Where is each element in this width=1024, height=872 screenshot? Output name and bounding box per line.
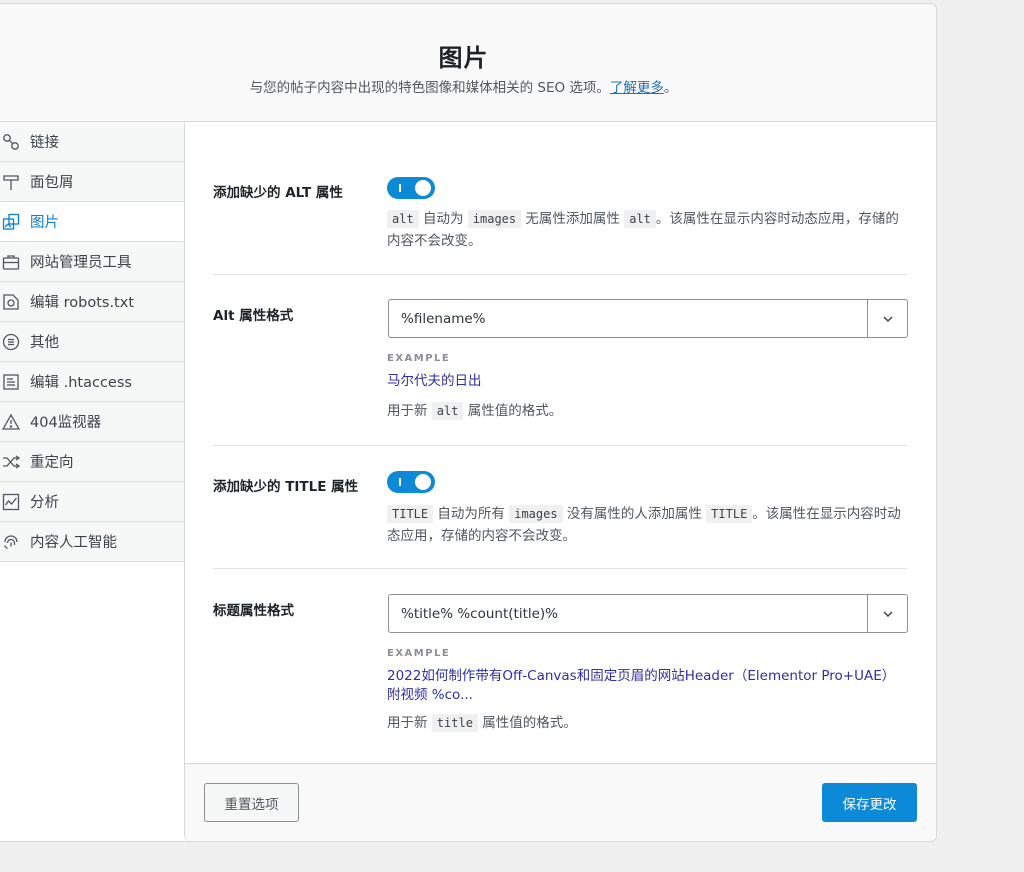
sidebar-item-breadcrumbs[interactable]: 面包屑 — [0, 162, 184, 202]
alt-toggle-switch[interactable] — [387, 177, 435, 199]
signpost-icon — [2, 173, 20, 191]
alt-format-label: Alt 属性格式 — [213, 308, 294, 324]
link-icon — [2, 133, 20, 151]
sidebar-item-label: 链接 — [30, 135, 59, 151]
list-circle-icon — [2, 333, 20, 351]
document-icon — [2, 373, 20, 391]
title-format-help: 用于新 title 属性值的格式。 — [387, 714, 577, 732]
divider — [213, 568, 907, 569]
sidebar-item-label: 编辑 robots.txt — [30, 295, 134, 311]
sidebar-item-htaccess[interactable]: 编辑 .htaccess — [0, 362, 184, 402]
title-format-label: 标题属性格式 — [213, 603, 294, 619]
sidebar-item-redirects[interactable]: 重定向 — [0, 442, 184, 482]
title-toggle-switch[interactable] — [387, 471, 435, 493]
sidebar-item-404-monitor[interactable]: 404监视器 — [0, 402, 184, 442]
chevron-down-icon — [867, 300, 907, 337]
title-format-select[interactable]: %title% %count(title)% — [388, 594, 908, 633]
learn-more-link[interactable]: 了解更多 — [610, 80, 664, 96]
fingerprint-icon — [2, 533, 20, 551]
sidebar-item-label: 内容人工智能 — [30, 535, 117, 551]
sidebar-item-label: 图片 — [30, 215, 59, 231]
sidebar-item-robots[interactable]: 编辑 robots.txt — [0, 282, 184, 322]
save-changes-button[interactable]: 保存更改 — [822, 783, 917, 822]
chart-icon — [2, 493, 20, 511]
title-format-value: %title% %count(title)% — [401, 606, 559, 622]
sidebar-item-label: 重定向 — [30, 455, 74, 471]
title-toggle-label: 添加缺少的 TITLE 属性 — [213, 479, 359, 495]
shuffle-icon — [2, 453, 20, 471]
images-icon — [2, 213, 20, 231]
alt-format-select[interactable]: %filename% — [388, 299, 908, 338]
sidebar-item-label: 编辑 .htaccess — [30, 375, 132, 391]
alt-toggle-help: alt 自动为 images 无属性添加属性 alt 。该属性在显示内容时动态应用… — [387, 210, 899, 249]
divider — [213, 274, 907, 275]
sidebar: 链接 面包屑 图片 网站管理员工具 编辑 robots.txt 其他 编辑 .h… — [0, 122, 185, 562]
sidebar-item-analytics[interactable]: 分析 — [0, 482, 184, 522]
title-example-tag: EXAMPLE — [387, 648, 451, 659]
alt-format-help: 用于新 alt 属性值的格式。 — [387, 402, 563, 420]
sidebar-item-label: 其他 — [30, 335, 59, 351]
title-toggle-help: TITLE 自动为所有 images 没有属性的人添加属性 TITLE 。该属性在… — [387, 505, 901, 544]
page-title: 图片 — [438, 44, 489, 72]
sidebar-item-images[interactable]: 图片 — [0, 202, 184, 242]
divider — [213, 445, 907, 446]
sidebar-item-label: 分析 — [30, 495, 59, 511]
sidebar-item-content-ai[interactable]: 内容人工智能 — [0, 522, 184, 562]
sidebar-item-label: 面包屑 — [30, 175, 74, 191]
alt-format-value: %filename% — [401, 311, 486, 327]
title-example-value: 2022如何制作带有Off-Canvas和固定页眉的网站Header（Eleme… — [387, 668, 896, 703]
chevron-down-icon — [867, 595, 907, 632]
alt-example-tag: EXAMPLE — [387, 353, 451, 364]
robot-file-icon — [2, 293, 20, 311]
alt-example-value: 马尔代夫的日出 — [387, 373, 482, 389]
page-description: 与您的帖子内容中出现的特色图像和媒体相关的 SEO 选项。了解更多。 — [249, 80, 678, 96]
sidebar-item-links[interactable]: 链接 — [0, 122, 184, 162]
sidebar-item-label: 404监视器 — [30, 415, 102, 431]
sidebar-item-label: 网站管理员工具 — [30, 255, 132, 271]
warning-icon — [2, 413, 20, 431]
panel-header: 图片 与您的帖子内容中出现的特色图像和媒体相关的 SEO 选项。了解更多。 — [0, 4, 936, 122]
alt-toggle-label: 添加缺少的 ALT 属性 — [213, 185, 343, 201]
briefcase-icon — [2, 253, 20, 271]
sidebar-item-misc[interactable]: 其他 — [0, 322, 184, 362]
sidebar-item-webmaster-tools[interactable]: 网站管理员工具 — [0, 242, 184, 282]
reset-options-button[interactable]: 重置选项 — [204, 783, 299, 822]
